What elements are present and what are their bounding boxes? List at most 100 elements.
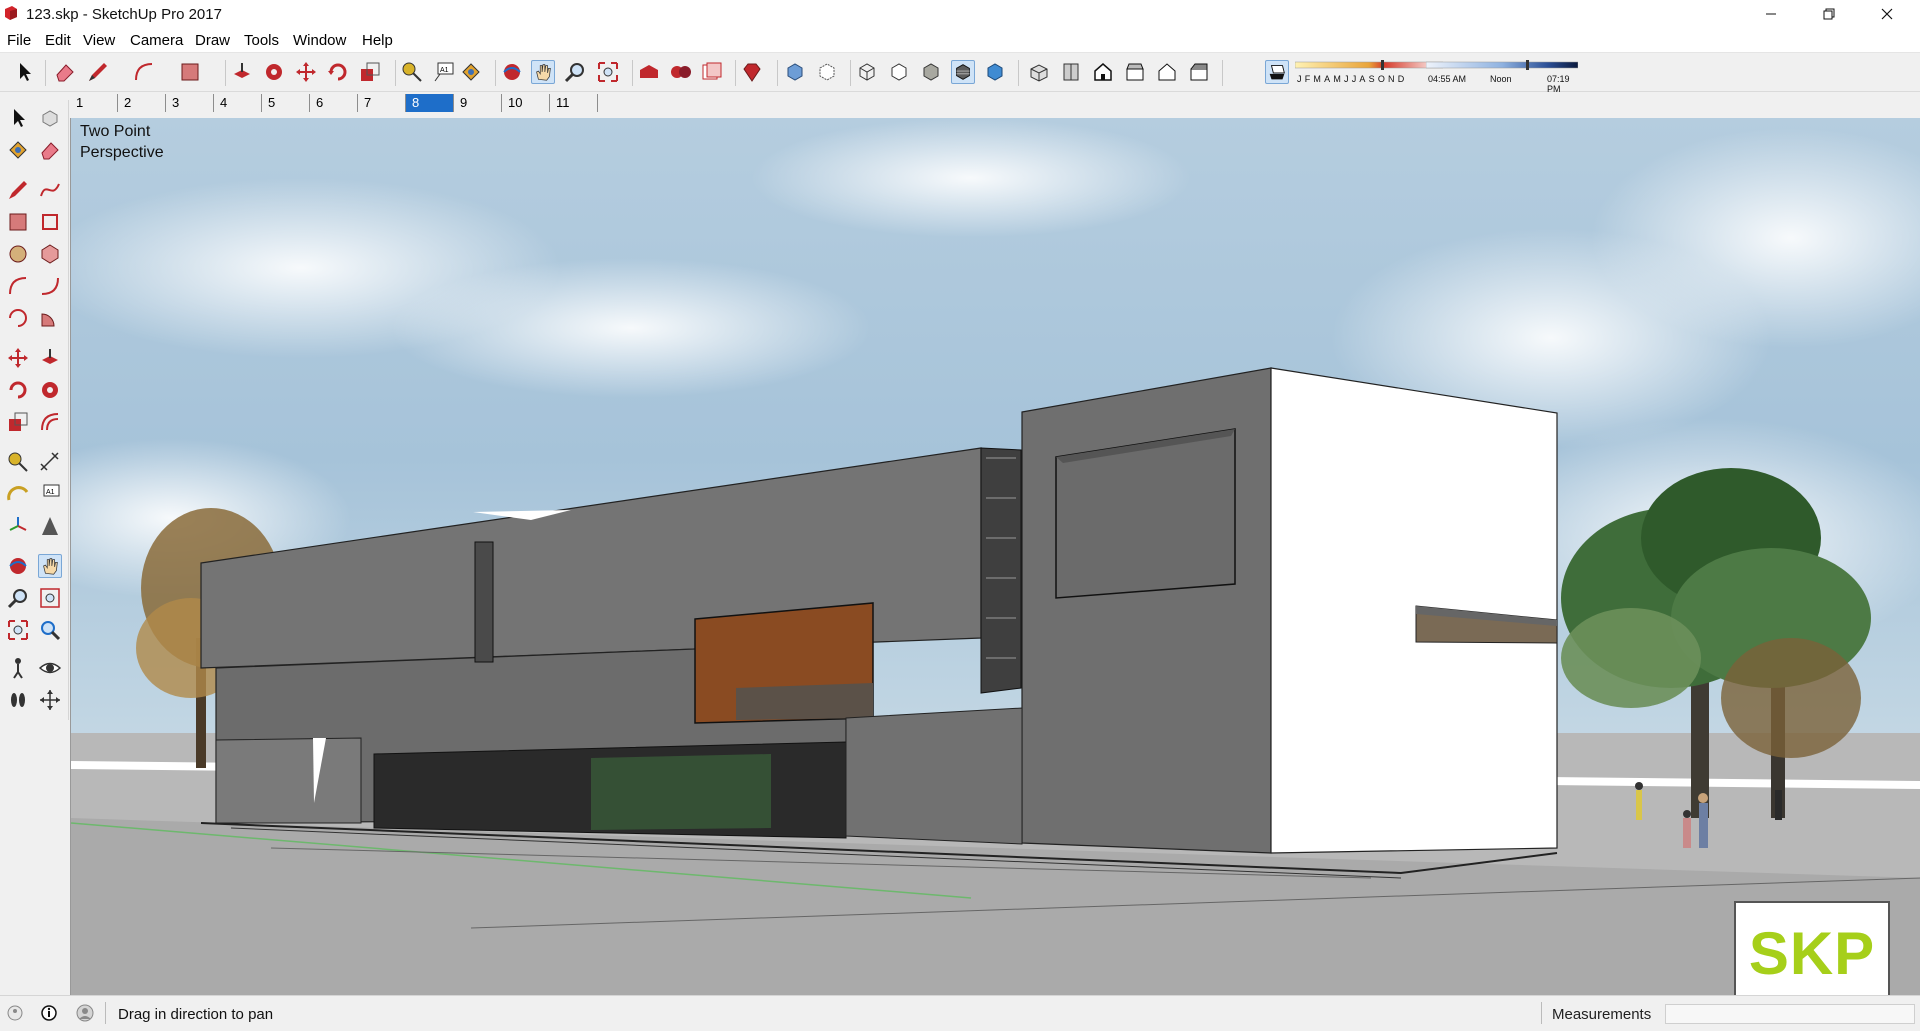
- text-icon[interactable]: A1: [432, 60, 456, 84]
- position-camera-icon[interactable]: [6, 656, 30, 680]
- scene-tab-2[interactable]: 2: [118, 94, 166, 112]
- monochrome-icon[interactable]: [983, 60, 1007, 84]
- month-slider[interactable]: [1295, 60, 1443, 70]
- look-around-icon[interactable]: [38, 656, 62, 680]
- minimize-button[interactable]: [1748, 0, 1794, 28]
- pan-icon[interactable]: [531, 60, 555, 84]
- push-pull-icon[interactable]: [230, 60, 254, 84]
- scene-tab-11[interactable]: 11: [550, 94, 598, 112]
- menu-draw[interactable]: Draw: [195, 32, 230, 49]
- pan-icon[interactable]: [38, 554, 62, 578]
- left-view-icon[interactable]: [1187, 60, 1211, 84]
- iso-view-icon[interactable]: [1027, 60, 1051, 84]
- orbit-icon[interactable]: [6, 554, 30, 578]
- arc-icon[interactable]: [132, 60, 156, 84]
- scene-tab-5[interactable]: 5: [262, 94, 310, 112]
- credits-info-icon[interactable]: [40, 1004, 58, 1022]
- close-button[interactable]: [1864, 0, 1910, 28]
- circle-icon[interactable]: [6, 242, 30, 266]
- rotated-rectangle-icon[interactable]: [38, 210, 62, 234]
- top-view-icon[interactable]: [1059, 60, 1083, 84]
- eraser-icon[interactable]: [53, 60, 77, 84]
- rectangle-icon[interactable]: [178, 60, 202, 84]
- orbit-icon[interactable]: [500, 60, 524, 84]
- menu-window[interactable]: Window: [293, 32, 346, 49]
- zoom-window-icon[interactable]: [38, 586, 62, 610]
- rotate-icon[interactable]: [6, 378, 30, 402]
- paint-bucket-icon[interactable]: [459, 60, 483, 84]
- make-component-icon[interactable]: [38, 106, 62, 130]
- scene-tab-7[interactable]: 7: [358, 94, 406, 112]
- arc-icon[interactable]: [6, 274, 30, 298]
- user-account-icon[interactable]: [76, 1004, 94, 1022]
- shadows-toggle-icon[interactable]: [1265, 60, 1289, 84]
- measurements-input[interactable]: [1665, 1004, 1915, 1024]
- menu-camera[interactable]: Camera: [130, 32, 183, 49]
- move-icon[interactable]: [294, 60, 318, 84]
- scale-icon[interactable]: [358, 60, 382, 84]
- menu-edit[interactable]: Edit: [45, 32, 71, 49]
- rectangle-icon[interactable]: [6, 210, 30, 234]
- walk-icon[interactable]: [6, 688, 30, 712]
- time-slider[interactable]: [1426, 60, 1578, 70]
- follow-me-icon[interactable]: [262, 60, 286, 84]
- menu-file[interactable]: File: [7, 32, 31, 49]
- section-plane-icon[interactable]: [38, 688, 62, 712]
- offset-icon[interactable]: [38, 410, 62, 434]
- menu-help[interactable]: Help: [362, 32, 393, 49]
- menu-tools[interactable]: Tools: [244, 32, 279, 49]
- polygon-icon[interactable]: [38, 242, 62, 266]
- axes-icon[interactable]: [6, 514, 30, 538]
- xray-icon[interactable]: [783, 60, 807, 84]
- ruby-icon[interactable]: [740, 60, 764, 84]
- warehouse-icon[interactable]: [637, 60, 661, 84]
- zoom-extents-icon[interactable]: [596, 60, 620, 84]
- pie-icon[interactable]: [38, 306, 62, 330]
- geo-location-icon[interactable]: [6, 1004, 24, 1022]
- back-edges-icon[interactable]: [815, 60, 839, 84]
- follow-me-icon[interactable]: [38, 378, 62, 402]
- scene-tab-4[interactable]: 4: [214, 94, 262, 112]
- line-icon[interactable]: [6, 178, 30, 202]
- wireframe-icon[interactable]: [855, 60, 879, 84]
- menu-view[interactable]: View: [83, 32, 115, 49]
- zoom-icon[interactable]: [6, 586, 30, 610]
- tape-measure-icon[interactable]: [400, 60, 424, 84]
- protractor-icon[interactable]: [6, 482, 30, 506]
- zoom-extents-icon[interactable]: [6, 618, 30, 642]
- shaded-textures-icon[interactable]: [951, 60, 975, 84]
- right-view-icon[interactable]: [1123, 60, 1147, 84]
- three-point-arc-icon[interactable]: [6, 306, 30, 330]
- tape-measure-icon[interactable]: [6, 450, 30, 474]
- back-view-icon[interactable]: [1155, 60, 1179, 84]
- eraser-icon[interactable]: [38, 138, 62, 162]
- text-icon[interactable]: A1: [38, 482, 62, 506]
- scene-tab-9[interactable]: 9: [454, 94, 502, 112]
- scene-tab-1[interactable]: 1: [70, 94, 118, 112]
- dimension-icon[interactable]: [38, 450, 62, 474]
- pencil-line-icon[interactable]: [86, 60, 110, 84]
- layout-icon[interactable]: [700, 60, 724, 84]
- extension-warehouse-icon[interactable]: [669, 60, 693, 84]
- select-icon[interactable]: [6, 106, 30, 130]
- previous-view-icon[interactable]: [38, 618, 62, 642]
- shaded-icon[interactable]: [919, 60, 943, 84]
- scene-tab-10[interactable]: 10: [502, 94, 550, 112]
- move-icon[interactable]: [6, 346, 30, 370]
- front-view-icon[interactable]: [1091, 60, 1115, 84]
- paint-bucket-icon[interactable]: [6, 138, 30, 162]
- hidden-line-icon[interactable]: [887, 60, 911, 84]
- rotate-icon[interactable]: [326, 60, 350, 84]
- select-icon[interactable]: [12, 60, 36, 84]
- scene-tab-6[interactable]: 6: [310, 94, 358, 112]
- scale-icon[interactable]: [6, 410, 30, 434]
- scene-tab-3[interactable]: 3: [166, 94, 214, 112]
- maximize-button[interactable]: [1806, 0, 1852, 28]
- scene-tab-8[interactable]: 8: [406, 94, 454, 112]
- zoom-icon[interactable]: [563, 60, 587, 84]
- 3d-text-icon[interactable]: [38, 514, 62, 538]
- push-pull-icon[interactable]: [38, 346, 62, 370]
- modeling-viewport[interactable]: Two Point Perspective SKP: [70, 118, 1920, 995]
- freehand-icon[interactable]: [38, 178, 62, 202]
- two-point-arc-icon[interactable]: [38, 274, 62, 298]
